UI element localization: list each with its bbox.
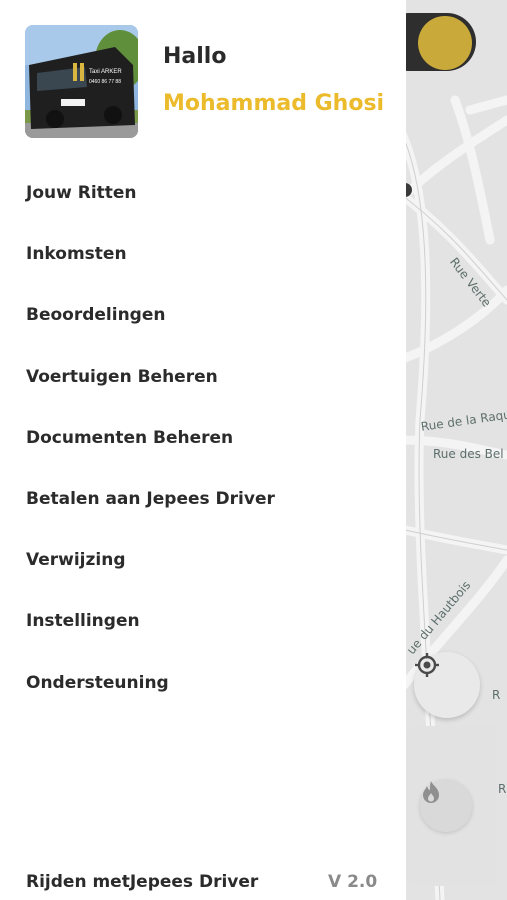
van-sign-phone: 0460 86 77 88	[89, 79, 121, 85]
van-sign-title: Taxi ARKER	[89, 69, 122, 75]
navigation-drawer: Taxi ARKER 0460 86 77 88 Hallo Mohammad …	[0, 0, 406, 900]
menu-item-verwijzing[interactable]: Verwijzing	[0, 530, 406, 591]
drawer-menu: Jouw Ritten Inkomsten Beoordelingen Voer…	[0, 163, 406, 714]
hotspot-button[interactable]	[420, 780, 472, 832]
app-version: V 2.0	[328, 872, 378, 892]
locate-button[interactable]	[414, 652, 480, 718]
online-toggle-knob[interactable]	[418, 16, 472, 70]
menu-item-beoordelingen[interactable]: Beoordelingen	[0, 285, 406, 346]
menu-item-betalen[interactable]: Betalen aan Jepees Driver	[0, 469, 406, 530]
greeting-label: Hallo	[163, 44, 227, 69]
street-label: R	[492, 688, 501, 702]
menu-item-jouw-ritten[interactable]: Jouw Ritten	[0, 163, 406, 224]
avatar-photo: Taxi ARKER 0460 86 77 88	[25, 25, 138, 138]
user-name: Mohammad Ghosi	[163, 91, 385, 116]
flame-icon	[423, 781, 439, 803]
street-label: Rue des Bel	[433, 447, 504, 461]
menu-item-documenten-beheren[interactable]: Documenten Beheren	[0, 408, 406, 469]
menu-item-ondersteuning[interactable]: Ondersteuning	[0, 653, 406, 714]
menu-item-voertuigen-beheren[interactable]: Voertuigen Beheren	[0, 347, 406, 408]
street-label: R	[498, 782, 507, 796]
avatar[interactable]: Taxi ARKER 0460 86 77 88	[25, 25, 138, 138]
menu-item-inkomsten[interactable]: Inkomsten	[0, 224, 406, 285]
menu-item-instellingen[interactable]: Instellingen	[0, 591, 406, 652]
crosshair-icon	[415, 653, 439, 677]
drawer-footer-text: Rijden metJepees Driver	[26, 872, 259, 892]
